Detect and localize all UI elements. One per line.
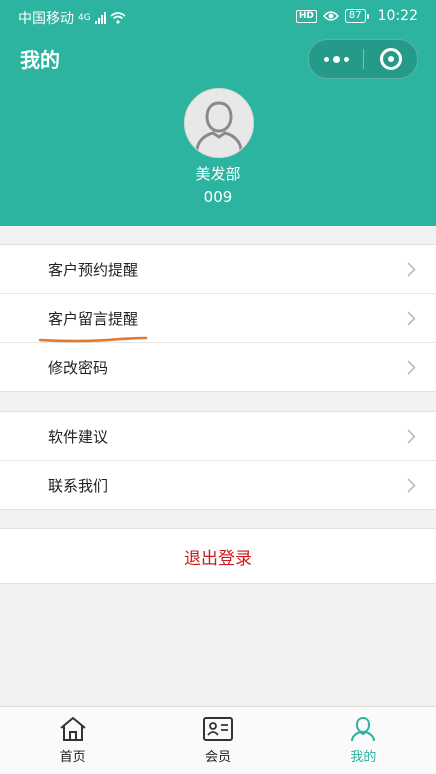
tab-label: 会员 bbox=[204, 750, 231, 765]
tab-label: 首页 bbox=[59, 750, 86, 765]
home-icon bbox=[60, 717, 86, 741]
wifi-icon bbox=[110, 12, 126, 24]
menu-item-label: 客户留言提醒 bbox=[48, 309, 139, 328]
user-avatar-icon bbox=[195, 101, 243, 152]
member-card-icon bbox=[202, 717, 233, 741]
status-bar: 中国移动 4G HD 87 10:22 bbox=[0, 0, 436, 34]
more-options-button[interactable] bbox=[309, 40, 363, 78]
tab-bar: 首页 会员 我的 bbox=[0, 706, 436, 774]
annotation-underline bbox=[38, 336, 148, 343]
tab-member[interactable]: 会员 bbox=[145, 707, 290, 774]
chevron-right-icon bbox=[407, 262, 416, 277]
logout-label: 退出登录 bbox=[184, 548, 252, 569]
close-miniprogram-button[interactable] bbox=[364, 40, 417, 78]
menu-item-label: 客户预约提醒 bbox=[48, 260, 139, 279]
network-label: 4G bbox=[78, 13, 91, 23]
profile-id: 009 bbox=[203, 188, 233, 206]
clock: 10:22 bbox=[377, 8, 418, 24]
target-icon bbox=[379, 48, 402, 70]
profile-name: 美发部 bbox=[195, 165, 241, 183]
chevron-right-icon bbox=[407, 311, 416, 326]
hd-badge: HD bbox=[295, 9, 317, 23]
battery-icon: 87 bbox=[344, 9, 369, 23]
tab-label: 我的 bbox=[350, 750, 377, 765]
menu-item-label: 软件建议 bbox=[48, 427, 109, 446]
avatar[interactable] bbox=[184, 88, 254, 158]
eye-icon bbox=[322, 11, 339, 21]
menu-item-label: 联系我们 bbox=[48, 476, 109, 495]
chevron-right-icon bbox=[407, 360, 416, 375]
profile-header: 中国移动 4G HD 87 10:22 我的 美发部 009 bbox=[0, 0, 436, 226]
chevron-right-icon bbox=[407, 478, 416, 493]
menu-item-label: 修改密码 bbox=[48, 358, 109, 377]
logout-button[interactable]: 退出登录 bbox=[0, 528, 436, 584]
menu-group-support: 软件建议 联系我们 bbox=[0, 411, 436, 510]
menu-group-reminders: 客户预约提醒 客户留言提醒 修改密码 bbox=[0, 244, 436, 392]
menu-item-feedback[interactable]: 软件建议 bbox=[0, 412, 436, 461]
tab-home[interactable]: 首页 bbox=[0, 707, 145, 774]
menu-item-change-password[interactable]: 修改密码 bbox=[0, 343, 436, 391]
page-title: 我的 bbox=[20, 48, 60, 72]
menu-item-appointment-reminder[interactable]: 客户预约提醒 bbox=[0, 245, 436, 294]
user-icon bbox=[351, 716, 376, 742]
carrier-label: 中国移动 bbox=[18, 11, 74, 27]
tab-mine[interactable]: 我的 bbox=[291, 707, 436, 774]
signal-icon bbox=[94, 12, 106, 24]
menu-item-contact-us[interactable]: 联系我们 bbox=[0, 461, 436, 509]
miniprogram-capsule bbox=[308, 39, 418, 79]
chevron-right-icon bbox=[407, 429, 416, 444]
